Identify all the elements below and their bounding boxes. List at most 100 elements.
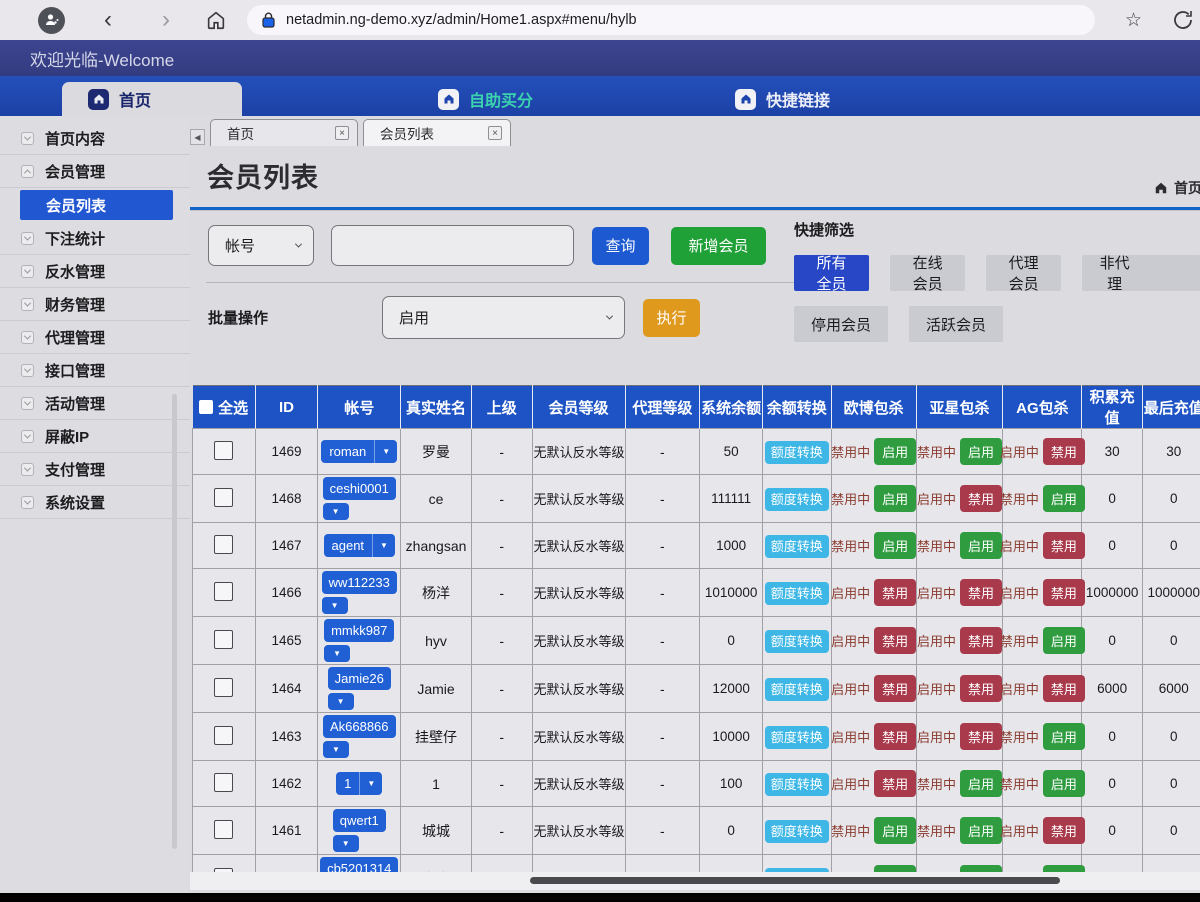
enable-button[interactable]: 启用 — [874, 532, 916, 559]
row-checkbox[interactable] — [214, 726, 233, 745]
account-dropdown-icon[interactable]: ▼ — [372, 534, 395, 557]
disable-button[interactable]: 禁用 — [960, 723, 1002, 750]
enable-button[interactable]: 启用 — [960, 438, 1002, 465]
disable-button[interactable]: 禁用 — [1043, 532, 1085, 559]
site-security-icon[interactable] — [261, 12, 276, 29]
search-input[interactable] — [331, 225, 574, 266]
account-button[interactable]: Ak668866 — [323, 715, 396, 738]
transfer-button[interactable]: 额度转换 — [765, 488, 829, 511]
enable-button[interactable]: 启用 — [874, 438, 916, 465]
nav-tab-quick-links[interactable]: 快捷链接 — [709, 82, 856, 116]
disable-button[interactable]: 禁用 — [1043, 817, 1085, 844]
refresh-icon[interactable] — [1170, 8, 1196, 32]
sidebar-item-会员列表[interactable]: 会员列表 — [20, 190, 173, 220]
row-checkbox[interactable] — [214, 630, 233, 649]
enable-button[interactable]: 启用 — [960, 865, 1002, 872]
close-icon[interactable]: × — [488, 126, 502, 140]
account-button[interactable]: qwert1 — [333, 809, 386, 832]
quick-filter-button[interactable]: 代理会员 — [986, 255, 1061, 291]
add-member-button[interactable]: 新增会员 — [671, 227, 766, 265]
account-dropdown-icon[interactable]: ▼ — [324, 645, 350, 662]
enable-button[interactable]: 启用 — [960, 532, 1002, 559]
account-dropdown-icon[interactable]: ▼ — [323, 741, 349, 758]
enable-button[interactable]: 启用 — [874, 817, 916, 844]
sidebar-item-系统设置[interactable]: 系统设置 — [0, 486, 190, 519]
transfer-button[interactable]: 额度转换 — [765, 441, 829, 464]
enable-button[interactable]: 启用 — [960, 770, 1002, 797]
back-icon[interactable]: ‹ — [93, 8, 123, 32]
account-dropdown-icon[interactable]: ▼ — [328, 693, 354, 710]
enable-button[interactable]: 启用 — [1043, 865, 1085, 872]
quick-filter-button[interactable]: 非代理 — [1082, 255, 1200, 291]
transfer-button[interactable]: 额度转换 — [765, 678, 829, 701]
execute-button[interactable]: 执行 — [643, 299, 700, 337]
disable-button[interactable]: 禁用 — [1043, 675, 1085, 702]
sidebar-item-代理管理[interactable]: 代理管理 — [0, 321, 190, 354]
sidebar-item-首页内容[interactable]: 首页内容 — [0, 122, 190, 155]
row-checkbox[interactable] — [214, 773, 233, 792]
disable-button[interactable]: 禁用 — [1043, 438, 1085, 465]
sidebar-scrollbar[interactable] — [172, 394, 177, 849]
account-button[interactable]: 1▼ — [336, 772, 382, 795]
forward-icon[interactable]: › — [151, 8, 181, 32]
horizontal-scrollbar-thumb[interactable] — [530, 877, 1060, 884]
disable-button[interactable]: 禁用 — [874, 723, 916, 750]
batch-action-select[interactable]: 启用 — [382, 296, 625, 339]
transfer-button[interactable]: 额度转换 — [765, 773, 829, 796]
disable-button[interactable]: 禁用 — [1043, 579, 1085, 606]
sidebar-item-支付管理[interactable]: 支付管理 — [0, 453, 190, 486]
sidebar-item-财务管理[interactable]: 财务管理 — [0, 288, 190, 321]
row-checkbox[interactable] — [214, 820, 233, 839]
account-button[interactable]: roman▼ — [321, 440, 397, 463]
transfer-button[interactable]: 额度转换 — [765, 820, 829, 843]
browser-home-icon[interactable] — [205, 9, 227, 31]
enable-button[interactable]: 启用 — [1043, 485, 1085, 512]
doc-tab-member-list[interactable]: 会员列表 × — [363, 119, 511, 146]
disable-button[interactable]: 禁用 — [874, 675, 916, 702]
row-checkbox[interactable] — [214, 441, 233, 460]
account-button[interactable]: ceshi0001 — [323, 477, 396, 500]
enable-button[interactable]: 启用 — [1043, 627, 1085, 654]
row-checkbox[interactable] — [214, 582, 233, 601]
disable-button[interactable]: 禁用 — [960, 675, 1002, 702]
disable-button[interactable]: 禁用 — [960, 627, 1002, 654]
quick-filter-button[interactable]: 所有全员 — [794, 255, 869, 291]
sidebar-item-下注统计[interactable]: 下注统计 — [0, 222, 190, 255]
account-button[interactable]: mmkk987 — [324, 619, 394, 642]
enable-button[interactable]: 启用 — [874, 865, 916, 872]
account-dropdown-icon[interactable]: ▼ — [333, 835, 359, 852]
quick-filter-button[interactable]: 活跃会员 — [909, 306, 1003, 342]
sidebar-item-接口管理[interactable]: 接口管理 — [0, 354, 190, 387]
quick-filter-button[interactable]: 在线会员 — [890, 255, 965, 291]
url-bar[interactable]: netadmin.ng-demo.xyz/admin/Home1.aspx#me… — [247, 5, 1095, 35]
enable-button[interactable]: 启用 — [1043, 723, 1085, 750]
query-button[interactable]: 查询 — [592, 227, 649, 265]
disable-button[interactable]: 禁用 — [874, 627, 916, 654]
select-all-header[interactable]: 全选 — [193, 386, 256, 429]
tab-scroll-left-icon[interactable]: ◀ — [190, 129, 205, 145]
doc-tab-home[interactable]: 首页 × — [210, 119, 358, 146]
row-checkbox[interactable] — [214, 488, 233, 507]
disable-button[interactable]: 禁用 — [874, 579, 916, 606]
transfer-button[interactable]: 额度转换 — [765, 535, 829, 558]
transfer-button[interactable]: 额度转换 — [765, 726, 829, 749]
transfer-button[interactable]: 额度转换 — [765, 582, 829, 605]
account-dropdown-icon[interactable]: ▼ — [374, 440, 397, 463]
sidebar-item-会员管理[interactable]: 会员管理 — [0, 155, 190, 188]
account-button[interactable]: agent▼ — [324, 534, 395, 557]
nav-tab-self-buy[interactable]: 自助买分 — [412, 82, 559, 116]
account-dropdown-icon[interactable]: ▼ — [359, 772, 382, 795]
account-dropdown-icon[interactable]: ▼ — [323, 503, 349, 520]
account-button[interactable]: ww112233 — [322, 571, 397, 594]
disable-button[interactable]: 禁用 — [960, 485, 1002, 512]
enable-button[interactable]: 启用 — [960, 817, 1002, 844]
row-checkbox[interactable] — [214, 535, 233, 554]
disable-button[interactable]: 禁用 — [874, 770, 916, 797]
enable-button[interactable]: 启用 — [874, 485, 916, 512]
sidebar-item-活动管理[interactable]: 活动管理 — [0, 387, 190, 420]
close-icon[interactable]: × — [335, 126, 349, 140]
select-all-checkbox[interactable] — [199, 400, 213, 414]
nav-tab-home[interactable]: 首页 — [62, 82, 242, 116]
sidebar-item-屏蔽IP[interactable]: 屏蔽IP — [0, 420, 190, 453]
sidebar-item-反水管理[interactable]: 反水管理 — [0, 255, 190, 288]
